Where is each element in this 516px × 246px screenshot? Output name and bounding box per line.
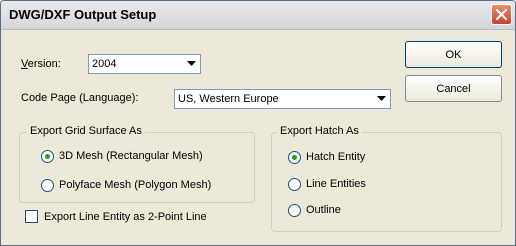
code-page-value: US, Western Europe bbox=[178, 93, 279, 105]
version-dropdown[interactable]: 2004 bbox=[88, 54, 201, 74]
window-title: DWG/DXF Output Setup bbox=[9, 7, 157, 22]
code-page-dropdown[interactable]: US, Western Europe bbox=[174, 89, 391, 109]
grid-option-polyface-label[interactable]: Polyface Mesh (Polygon Mesh) bbox=[59, 179, 211, 191]
code-page-label: Code Page (Language): bbox=[21, 92, 139, 104]
hatch-group-title: Export Hatch As bbox=[277, 125, 362, 137]
dialog-window: DWG/DXF Output Setup Version: 2004 Code … bbox=[0, 0, 516, 246]
hatch-option-outline-radio[interactable] bbox=[288, 204, 301, 217]
ok-button[interactable]: OK bbox=[405, 41, 502, 68]
grid-option-3d-mesh-label[interactable]: 3D Mesh (Rectangular Mesh) bbox=[59, 150, 203, 162]
hatch-option-entity-radio[interactable] bbox=[288, 151, 301, 164]
chevron-down-icon bbox=[183, 56, 199, 72]
version-label: Version: bbox=[21, 58, 61, 70]
version-value: 2004 bbox=[92, 58, 117, 70]
hatch-option-outline-label[interactable]: Outline bbox=[306, 204, 341, 216]
export-line-entity-checkbox[interactable] bbox=[25, 210, 38, 223]
close-icon bbox=[496, 9, 507, 20]
cancel-button-label: Cancel bbox=[436, 82, 471, 95]
cancel-button[interactable]: Cancel bbox=[405, 75, 502, 102]
chevron-down-icon bbox=[373, 91, 389, 107]
ok-button-label: OK bbox=[445, 48, 462, 61]
close-button[interactable] bbox=[491, 4, 512, 25]
grid-surface-group-title: Export Grid Surface As bbox=[27, 125, 145, 137]
hatch-option-entity-label[interactable]: Hatch Entity bbox=[306, 151, 365, 163]
export-line-entity-label[interactable]: Export Line Entity as 2-Point Line bbox=[44, 211, 207, 223]
grid-option-3d-mesh-radio[interactable] bbox=[41, 150, 54, 163]
grid-option-polyface-radio[interactable] bbox=[41, 179, 54, 192]
grid-surface-group bbox=[19, 132, 255, 203]
title-bar[interactable]: DWG/DXF Output Setup bbox=[1, 1, 515, 30]
hatch-option-lines-radio[interactable] bbox=[288, 178, 301, 191]
hatch-option-lines-label[interactable]: Line Entities bbox=[306, 178, 366, 190]
